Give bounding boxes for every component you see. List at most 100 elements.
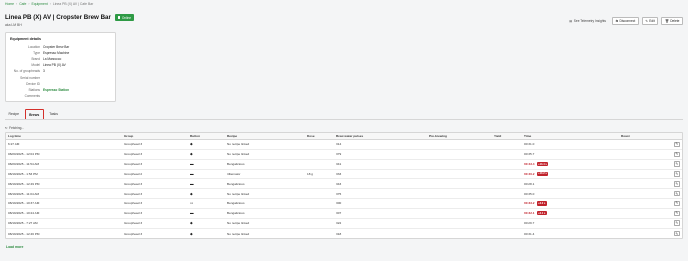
detail-key: Brand	[31, 57, 40, 62]
table-row: 08/19/2025 - 12:46 PM Grouphead 3 ◆ No reci…	[6, 229, 682, 239]
button-cell: ▬	[188, 172, 225, 176]
pulses-cell: 375	[336, 191, 342, 196]
edit-row-button[interactable]: ✎	[673, 220, 680, 226]
detail-key: No. of groupheads	[13, 69, 40, 74]
time-cell: 00:43.4 +13.4 s	[522, 162, 619, 167]
column-header-log-time[interactable]: Log time	[6, 134, 122, 138]
log-time-cell: 08/19/2025 - 11:04 AM	[8, 191, 40, 196]
group-cell: Grouphead 2	[124, 171, 143, 176]
edit-row-button[interactable]: ✎	[673, 230, 680, 237]
brew-button-icon: ▬	[190, 162, 194, 167]
breadcrumb-current: Linea PB (X) AV | Cafe Bar	[52, 2, 94, 6]
pulses-cell: 314	[336, 142, 342, 147]
edit-button[interactable]: ✎ Edit	[641, 17, 659, 26]
time-value: 00:40.2	[524, 171, 535, 176]
pulses-cell: 300	[336, 201, 342, 206]
pulses-cell: 343	[336, 181, 342, 186]
table-row: 6:27 AM Grouphead 3 ◆ No recipe linked 314 00…	[6, 140, 682, 150]
column-header-roast[interactable]: Roast	[619, 134, 652, 138]
column-header-time[interactable]: Time	[522, 134, 619, 138]
trash-icon: 🗑	[664, 19, 669, 24]
time-value: 00:35.0	[524, 191, 535, 196]
time-value: 00:31.0	[524, 142, 535, 147]
recipe-cell: No recipe linked	[227, 191, 250, 196]
pulses-cell: 341	[336, 162, 342, 167]
log-time-cell: 08/19/2025 - 7:27 AM	[8, 221, 38, 226]
actions-cell: ✎	[652, 190, 682, 197]
group-cell: Grouphead 3	[124, 231, 143, 236]
load-more-button[interactable]: Load more	[6, 245, 23, 249]
time-value: 00:31.4	[524, 231, 535, 236]
equipment-details-card: Equipment details Location Cropster Brew …	[5, 32, 116, 102]
edit-row-button[interactable]: ✎	[673, 171, 680, 177]
button-cell: ◆	[188, 142, 225, 146]
pulses-cell: 333	[336, 171, 342, 176]
column-header-yield[interactable]: Yield	[492, 134, 522, 138]
group-cell: Grouphead 3	[124, 181, 143, 186]
actions-cell: ✎	[652, 151, 682, 158]
breadcrumb-home[interactable]: Home	[5, 2, 14, 6]
button-cell: ▭	[188, 201, 225, 205]
column-header-button[interactable]: Button	[188, 134, 225, 138]
detail-key: Location	[27, 45, 40, 50]
log-time-cell: 08/19/2025 - 12:46 PM	[8, 231, 40, 236]
table-row: 08/20/2025 - 11:54 AM Grouphead 3 ▬ Bengali…	[6, 160, 682, 170]
edit-row-button[interactable]: ✎	[673, 151, 680, 158]
edit-row-button[interactable]: ✎	[673, 190, 680, 197]
online-icon	[117, 16, 121, 19]
breadcrumb-cafe[interactable]: Cafe	[19, 2, 26, 6]
time-cell: 00:40.2 +10.2 s	[522, 171, 619, 177]
edit-row-button[interactable]: ✎	[673, 141, 680, 148]
time-cell: 00:31.4	[522, 232, 619, 236]
delete-button[interactable]: 🗑 Delete	[661, 17, 683, 26]
detail-value: Cropster Brew Bar	[43, 45, 70, 50]
table-row: 08/19/2025 - 10:24 AM Grouphead 3 ▬ Bengali…	[6, 209, 682, 219]
disconnect-label: Disconnect	[619, 19, 636, 24]
column-header-group[interactable]: Group	[122, 134, 188, 138]
brew-button-icon: ◆	[190, 231, 193, 236]
pencil-icon: ✎	[645, 19, 649, 24]
table-row: 08/19/2025 - 7:27 AM Grouphead 3 ◆ No recip…	[6, 219, 682, 229]
breadcrumb-equipment[interactable]: Equipment	[32, 2, 48, 6]
actions-cell: ✎	[652, 181, 682, 187]
table-row: 08/19/2025 - 1:53 PM Grouphead 2 ▬ rilliema…	[6, 170, 682, 180]
brew-button-icon: ◆	[190, 221, 193, 226]
group-cell: Grouphead 3	[124, 221, 143, 226]
edit-row-button[interactable]: ✎	[673, 161, 680, 167]
telemetry-link[interactable]: ▤ See Telemetry Insights	[569, 19, 606, 23]
time-cell: 00:35.7	[522, 152, 619, 156]
time-cell: 00:31.0	[522, 142, 619, 146]
column-header-pulses[interactable]: Brew water pulses	[334, 134, 427, 138]
status-badge: Online	[114, 14, 135, 21]
breadcrumb: Home › Cafe › Equipment › Linea PB (X) A…	[5, 2, 93, 6]
actions-cell: ✎	[652, 230, 682, 237]
delete-label: Delete	[670, 19, 680, 24]
edit-row-button[interactable]: ✎	[673, 210, 680, 217]
recipe-cell: Bengalicious	[227, 201, 245, 206]
disconnect-button[interactable]: ⇆ Disconnect	[611, 17, 639, 26]
column-header-recipe[interactable]: Recipe	[225, 134, 305, 138]
column-header-dose[interactable]: Dose	[305, 134, 334, 138]
detail-key: Model	[31, 63, 40, 68]
detail-key: Type	[33, 51, 40, 56]
pulses-cell: 307	[336, 211, 342, 216]
pulses-cell: 318	[336, 231, 342, 236]
time-value: 00:33.2	[524, 201, 535, 206]
breadcrumb-separator: ›	[16, 2, 18, 6]
log-time-cell: 6:27 AM	[8, 142, 20, 147]
recipe-cell: Bengalicious	[227, 181, 245, 186]
column-header-pre-brewing[interactable]: Pre-brewing	[427, 134, 492, 138]
time-cell: 00:28.1	[522, 182, 619, 186]
detail-value[interactable]: Espresso Station	[43, 88, 69, 92]
edit-row-button[interactable]: ✎	[673, 181, 680, 187]
recipe-cell: No recipe linked	[227, 142, 250, 147]
edit-label: Edit	[649, 19, 655, 24]
edit-row-button[interactable]: ✎	[673, 200, 680, 207]
page-subtitle: aka LM BH	[5, 23, 22, 27]
time-deviation-badge: +13.4 s	[536, 162, 549, 167]
detail-value: Espresso Machine	[43, 51, 70, 56]
group-cell: Grouphead 3	[124, 211, 143, 216]
actions-cell: ✎	[652, 171, 682, 177]
recipe-cell: Bengalicious	[227, 162, 245, 167]
recipe-cell: No recipe linked	[227, 231, 250, 236]
